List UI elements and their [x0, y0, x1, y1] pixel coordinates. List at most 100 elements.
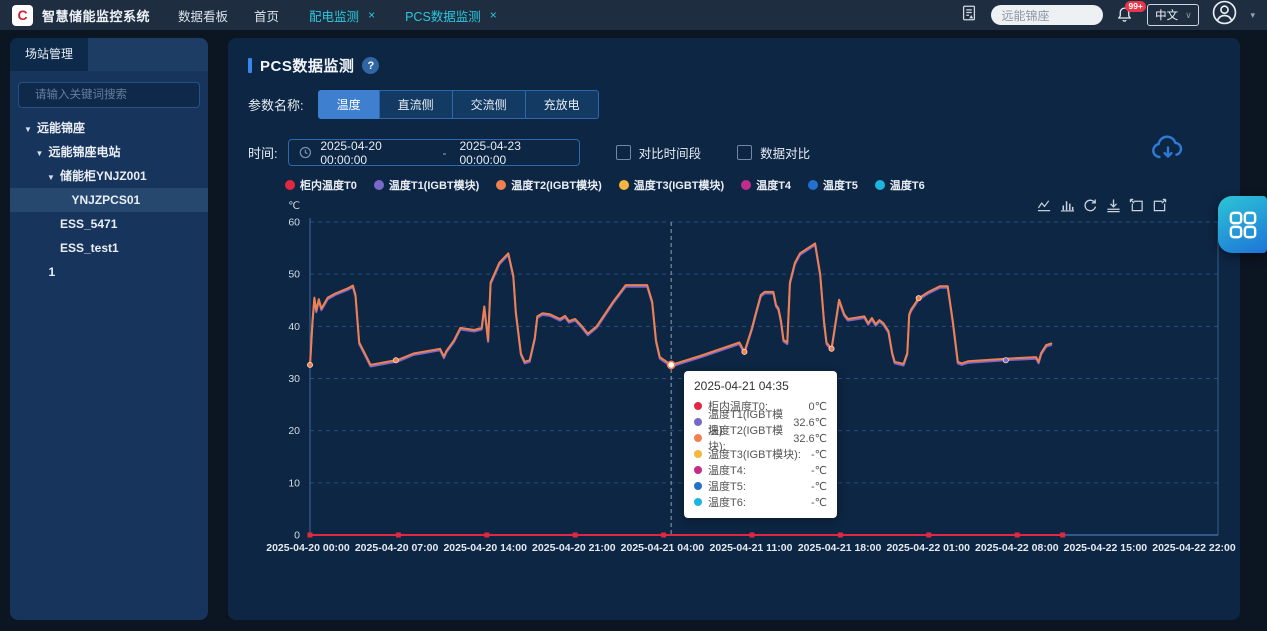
apps-floating-button[interactable] [1218, 196, 1267, 253]
tree-expand-icon[interactable]: ▼ [47, 166, 56, 190]
param-button-充放电[interactable]: 充放电 [525, 90, 599, 119]
legend-dot [496, 180, 506, 190]
tooltip-series-label: 温度T3(IGBT模块): [708, 446, 801, 462]
toolbox-save-image-icon[interactable] [1106, 198, 1121, 213]
language-selector[interactable]: 中文 ∨ [1147, 4, 1199, 26]
app-title: 智慧储能监控系统 [42, 6, 150, 25]
nav-menu-item-0[interactable]: 数据看板 [178, 6, 228, 25]
tooltip-series-dot [694, 466, 702, 474]
station-tree: ▼远能锦座▼远能锦座电站▼储能柜YNJZ001YNJZPCS01ESS_5471… [10, 116, 208, 284]
tab-station-management[interactable]: 场站管理 [10, 38, 88, 71]
tree-node-label: ESS_test1 [60, 241, 119, 255]
help-icon[interactable]: ? [362, 57, 379, 74]
toolbox-bar-chart-icon[interactable] [1060, 198, 1075, 213]
tooltip-series-label: 温度T5: [708, 478, 746, 494]
legend-label: 柜内温度T0 [300, 177, 357, 193]
page-title: PCS数据监测 [260, 55, 354, 76]
checkbox-box[interactable] [616, 145, 631, 160]
tooltip-series-value: 0℃ [809, 400, 827, 413]
tree-node-远能锦座[interactable]: ▼远能锦座 [10, 116, 208, 140]
station-report-icon[interactable] [960, 4, 978, 27]
tooltip-series-dot [694, 434, 702, 442]
page-title-row: PCS数据监测 ? [248, 55, 379, 76]
legend-label: 温度T5 [823, 177, 858, 193]
tree-node-储能柜YNJZ001[interactable]: ▼ 储能柜YNJZ001 [10, 164, 208, 188]
tab-close-icon[interactable]: × [368, 8, 375, 22]
tooltip-series-label: 温度T6: [708, 494, 746, 510]
legend-item-柜内温度T0[interactable]: 柜内温度T0 [285, 177, 357, 193]
checkbox-对比时间段[interactable]: 对比时间段 [616, 143, 702, 162]
legend-item-温度T2(IGBT模块)[interactable]: 温度T2(IGBT模块) [496, 177, 601, 193]
checkbox-cluster: 对比时间段 数据对比 [580, 143, 811, 162]
user-menu-caret-icon[interactable]: ▾ [1250, 10, 1255, 21]
chevron-down-icon: ∨ [1185, 10, 1192, 21]
legend-dot [374, 180, 384, 190]
notification-bell[interactable]: 99+ [1116, 6, 1134, 24]
nav-menu-item-1[interactable]: 首页 [254, 6, 279, 25]
clock-icon [299, 146, 312, 159]
logo-glyph: C [17, 8, 27, 22]
nav-tab-label: PCS数据监测 [405, 6, 481, 25]
toolbox-restore-icon[interactable] [1083, 198, 1098, 213]
param-button-交流侧[interactable]: 交流侧 [452, 90, 526, 119]
legend-item-温度T1(IGBT模块)[interactable]: 温度T1(IGBT模块) [374, 177, 479, 193]
nav-tab-0[interactable]: 配电监测× [309, 6, 375, 25]
legend-label: 温度T2(IGBT模块) [511, 177, 601, 193]
tooltip-series-label: 温度T4: [708, 462, 746, 478]
legend-item-温度T6[interactable]: 温度T6 [875, 177, 925, 193]
chart-toolbox [1037, 198, 1167, 213]
tree-node-YNJZPCS01[interactable]: YNJZPCS01 [10, 188, 208, 212]
tooltip-series-value: 32.6℃ [793, 416, 827, 429]
toolbox-zoom-reset-icon[interactable] [1152, 198, 1167, 213]
legend-item-温度T4[interactable]: 温度T4 [741, 177, 791, 193]
legend-item-温度T3(IGBT模块)[interactable]: 温度T3(IGBT模块) [619, 177, 724, 193]
time-label: 时间: [248, 143, 278, 162]
language-value: 中文 [1155, 7, 1178, 23]
chart-legend: 柜内温度T0 温度T1(IGBT模块) 温度T2(IGBT模块) 温度T3(IGBT模… [285, 177, 925, 193]
checkbox-数据对比[interactable]: 数据对比 [737, 143, 810, 162]
station-search-pill[interactable] [991, 5, 1103, 25]
tree-expand-icon[interactable]: ▼ [36, 142, 45, 166]
tooltip-series-dot [694, 482, 702, 490]
toolbox-data-zoom-icon[interactable] [1129, 198, 1144, 213]
tooltip-series-value: 32.6℃ [793, 432, 827, 445]
tab-close-icon[interactable]: × [490, 8, 497, 22]
checkbox-box[interactable] [737, 145, 752, 160]
title-accent-bar [248, 58, 252, 73]
tooltip-row-6: 温度T6: -℃ [694, 494, 827, 510]
param-button-温度[interactable]: 温度 [318, 90, 380, 119]
sidebar-header: 场站管理 [10, 38, 208, 71]
checkbox-label: 对比时间段 [639, 143, 702, 162]
tree-node-label: 远能锦座电站 [49, 145, 121, 159]
param-button-直流侧[interactable]: 直流侧 [379, 90, 453, 119]
legend-label: 温度T4 [756, 177, 791, 193]
legend-item-温度T5[interactable]: 温度T5 [808, 177, 858, 193]
parameter-label: 参数名称: [248, 95, 304, 114]
tree-expand-icon[interactable]: ▼ [24, 118, 33, 142]
tree-node-远能锦座电站[interactable]: ▼ 远能锦座电站 [10, 140, 208, 164]
navbar-right-cluster: 99+ 中文 ∨ ▾ [960, 0, 1255, 30]
time-range-picker[interactable]: 2025-04-20 00:00:00 - 2025-04-23 00:00:0… [288, 139, 580, 166]
sidebar-search-box[interactable] [18, 82, 200, 108]
sidebar-search-input[interactable] [33, 88, 191, 102]
legend-dot [619, 180, 629, 190]
tree-node-label: ESS_5471 [60, 217, 117, 231]
time-row: 时间: 2025-04-20 00:00:00 - 2025-04-23 00:… [248, 139, 810, 166]
tree-node-ESS_5471[interactable]: ESS_5471 [10, 212, 208, 236]
tooltip-series-dot [694, 498, 702, 506]
station-search-input[interactable] [991, 8, 1103, 22]
parameter-button-group: 温度直流侧交流侧充放电 [318, 90, 599, 119]
tree-node-1[interactable]: 1 [10, 260, 208, 284]
download-cloud-button[interactable] [1150, 133, 1186, 169]
nav-tab-1[interactable]: PCS数据监测 × [405, 6, 497, 25]
legend-dot [285, 180, 295, 190]
sidebar-panel: 场站管理 ▼远能锦座▼远能锦座电站▼储能柜YNJZ001YNJZPCS01ESS… [10, 38, 208, 620]
tooltip-row-3: 温度T3(IGBT模块):-℃ [694, 446, 827, 462]
legend-label: 温度T3(IGBT模块) [634, 177, 724, 193]
tree-node-label: 储能柜YNJZ001 [60, 169, 147, 183]
tree-node-ESS_test1[interactable]: ESS_test1 [10, 236, 208, 260]
tooltip-row-4: 温度T4:-℃ [694, 462, 827, 478]
avatar[interactable] [1212, 0, 1237, 30]
toolbox-line-chart-icon[interactable] [1037, 198, 1052, 213]
tooltip-series-value: -℃ [811, 496, 827, 509]
